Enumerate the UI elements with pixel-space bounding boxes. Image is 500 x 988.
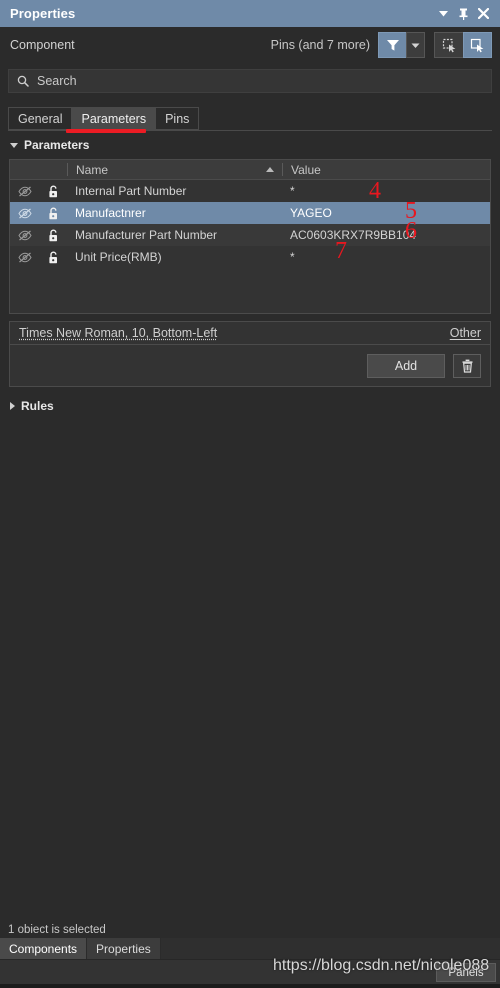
properties-panel: Properties Component Pins (and 7 more) S… xyxy=(0,0,500,988)
parameter-value: * xyxy=(290,250,295,264)
column-header-value[interactable]: Value xyxy=(282,162,490,177)
table-row[interactable]: Manufactnrer YAGEO xyxy=(10,202,490,224)
annotation-number-7: 7 xyxy=(335,238,347,264)
close-icon[interactable] xyxy=(474,4,492,24)
column-header-name-label: Name xyxy=(76,162,109,177)
section-header-rules[interactable]: Rules xyxy=(10,399,54,413)
status-bar-text: 1 obiect is selected xyxy=(8,924,106,936)
parameter-actions-row: Add xyxy=(9,345,491,387)
parameter-name: Unit Price(RMB) xyxy=(75,250,162,264)
table-header-row: Name Value xyxy=(10,160,490,180)
annotation-underline xyxy=(66,129,146,133)
bottom-tab-components[interactable]: Components xyxy=(0,938,88,959)
search-input[interactable]: Search xyxy=(8,69,492,93)
parameter-name: Manufactnrer xyxy=(75,206,146,220)
tab-bar: General Parameters Pins xyxy=(8,107,492,131)
font-settings-link[interactable]: Times New Roman, 10, Bottom-Left xyxy=(19,326,217,340)
search-icon xyxy=(17,75,29,87)
font-settings-row: Times New Roman, 10, Bottom-Left Other xyxy=(9,321,491,345)
pins-more-label: Pins (and 7 more) xyxy=(270,38,370,52)
eye-off-icon[interactable] xyxy=(10,252,40,263)
tab-parameters[interactable]: Parameters xyxy=(71,107,156,130)
filter-button-group xyxy=(378,32,425,58)
parameter-value: YAGEO xyxy=(290,206,332,220)
parameter-name: Internal Part Number xyxy=(75,184,187,198)
search-placeholder: Search xyxy=(37,74,77,88)
table-header-gutter xyxy=(10,163,67,176)
footer-strip xyxy=(0,984,500,988)
section-header-parameters[interactable]: Parameters xyxy=(10,138,89,152)
unlock-icon[interactable] xyxy=(40,207,67,220)
parameter-value: * xyxy=(290,184,295,198)
chevron-right-icon xyxy=(10,402,15,410)
component-toolbar: Component Pins (and 7 more) xyxy=(0,27,500,63)
filter-icon[interactable] xyxy=(378,32,406,58)
annotation-number-4: 4 xyxy=(369,178,381,204)
table-row[interactable]: Internal Part Number * xyxy=(10,180,490,202)
section-title-rules: Rules xyxy=(21,399,54,413)
tab-general[interactable]: General xyxy=(8,107,72,130)
parameters-table: Name Value Internal Part Number * Manufa… xyxy=(9,159,491,314)
bottom-tab-bar: Components Properties xyxy=(0,938,500,959)
titlebar: Properties xyxy=(0,0,500,27)
bottom-tab-properties[interactable]: Properties xyxy=(87,938,161,959)
select-touching-icon[interactable] xyxy=(434,32,463,58)
chevron-down-icon[interactable] xyxy=(434,4,452,24)
eye-off-icon[interactable] xyxy=(10,186,40,197)
pin-icon[interactable] xyxy=(454,4,472,24)
section-title-parameters: Parameters xyxy=(24,138,90,152)
other-link[interactable]: Other xyxy=(450,326,481,340)
filter-dropdown-icon[interactable] xyxy=(406,32,425,58)
unlock-icon[interactable] xyxy=(40,185,67,198)
select-inside-icon[interactable] xyxy=(463,32,492,58)
watermark-text: https://blog.csdn.net/nicole088 xyxy=(273,957,490,974)
column-header-name[interactable]: Name xyxy=(67,162,282,177)
sort-ascending-icon xyxy=(266,167,274,172)
column-header-value-label: Value xyxy=(291,162,321,177)
page-title: Properties xyxy=(10,6,76,21)
eye-off-icon[interactable] xyxy=(10,230,40,241)
annotation-number-6: 6 xyxy=(405,218,417,244)
component-label: Component xyxy=(10,38,75,52)
table-row[interactable]: Manufacturer Part Number AC0603KRX7R9BB1… xyxy=(10,224,490,246)
table-row[interactable]: Unit Price(RMB) * xyxy=(10,246,490,268)
unlock-icon[interactable] xyxy=(40,251,67,264)
trash-icon[interactable] xyxy=(453,353,481,378)
unlock-icon[interactable] xyxy=(40,229,67,242)
tab-pins[interactable]: Pins xyxy=(155,107,200,130)
parameter-value: AC0603KRX7R9BB104 xyxy=(290,228,417,242)
chevron-down-icon xyxy=(10,142,18,148)
parameter-name: Manufacturer Part Number xyxy=(75,228,218,242)
add-button[interactable]: Add xyxy=(367,353,445,378)
eye-off-icon[interactable] xyxy=(10,208,40,219)
selection-mode-group xyxy=(434,32,492,58)
